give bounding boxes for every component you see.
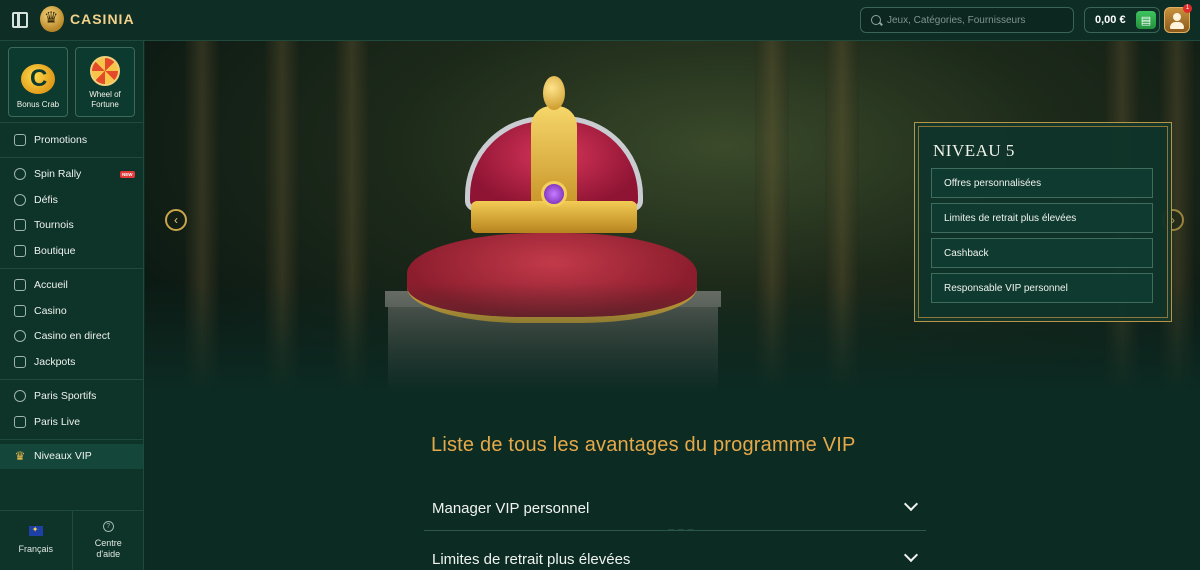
- crown-orb: [543, 76, 565, 110]
- sidebar-item-paris-sportifs[interactable]: Paris Sportifs: [0, 384, 143, 410]
- language-selector[interactable]: Français: [0, 511, 72, 570]
- sidebar-item-label: Boutique: [34, 244, 76, 257]
- sidebar-item-label: Jackpots: [34, 355, 76, 368]
- wheel-of-fortune-tile[interactable]: Wheel of Fortune: [75, 47, 135, 117]
- benefits-title: Liste de tous les avantages du programme…: [431, 434, 856, 456]
- sidebar-item-label: Tournois: [34, 219, 74, 232]
- help-center-link[interactable]: ? Centre d'aide: [71, 511, 145, 570]
- vip-crown-illustration: [465, 76, 643, 256]
- help-icon: ?: [102, 521, 114, 532]
- sidebar-item-promotions[interactable]: Promotions: [0, 127, 143, 153]
- nav-group-promotions: Promotions: [0, 123, 143, 158]
- sidebar-item-defis[interactable]: Défis: [0, 187, 143, 213]
- tile-label: Bonus Crab: [16, 100, 60, 109]
- ticket-icon: [14, 133, 26, 146]
- chip-icon: [14, 330, 26, 343]
- sidebar-item-casino-en-direct[interactable]: Casino en direct: [0, 324, 143, 350]
- crown-gem: [541, 181, 567, 207]
- seven-icon: [14, 355, 26, 368]
- vip-hero: ‹ › NIVEAU 5 Offres personnalisées Limit…: [145, 41, 1200, 393]
- perk-item: Cashback: [931, 238, 1153, 268]
- shop-icon: [14, 244, 26, 257]
- sidebar-item-spin-rally[interactable]: Spin Rally NEW: [0, 162, 143, 188]
- sidebar-item-label: Promotions: [34, 133, 88, 146]
- sidebar-item-tournois[interactable]: Tournois: [0, 213, 143, 239]
- benefit-accordion-item[interactable]: Limites de retrait plus élevées: [424, 538, 926, 570]
- crown-icon: ♛: [14, 449, 26, 464]
- chevron-down-icon: [903, 547, 919, 563]
- perk-item: Responsable VIP personnel: [931, 273, 1153, 303]
- home-icon: [14, 279, 26, 292]
- level-title: NIVEAU 5: [933, 141, 1015, 160]
- wallet[interactable]: 0,00 € ▤: [1084, 7, 1160, 33]
- sidebar-item-boutique[interactable]: Boutique: [0, 238, 143, 264]
- nav-group-vip: ♛ Niveaux VIP: [0, 440, 143, 474]
- sidebar-item-accueil[interactable]: Accueil: [0, 273, 143, 299]
- trophy-icon: [14, 219, 26, 232]
- new-badge: NEW: [120, 170, 135, 178]
- deposit-button[interactable]: ▤: [1136, 11, 1156, 29]
- eu-flag-icon: [28, 524, 43, 536]
- search-icon: [871, 15, 881, 25]
- sidebar-item-label: Paris Sportifs: [34, 390, 97, 403]
- search-box[interactable]: [860, 7, 1074, 33]
- divider-ornament: — — —: [668, 527, 695, 533]
- sidebar-item-niveaux-vip[interactable]: ♛ Niveaux VIP: [0, 443, 143, 469]
- perk-item: Offres personnalisées: [931, 168, 1153, 198]
- sidebar-item-label: Niveaux VIP: [34, 450, 92, 463]
- feature-tiles: Bonus Crab Wheel of Fortune: [0, 41, 143, 123]
- bonus-crab-icon: [21, 64, 55, 94]
- brand-name: CASINIA: [70, 11, 135, 27]
- sidebar-item-label: Casino: [34, 304, 67, 317]
- level-card: NIVEAU 5 Offres personnalisées Limites d…: [914, 122, 1172, 322]
- sidebar-item-label: Spin Rally: [34, 168, 82, 181]
- wheel-of-fortune-icon: [90, 56, 120, 86]
- sidebar-toggle-icon[interactable]: [12, 12, 28, 28]
- balance-amount: 0,00 €: [1095, 14, 1126, 26]
- benefit-accordion-item[interactable]: Manager VIP personnel — — —: [424, 487, 926, 533]
- nav-group-casino: Accueil Casino Casino en direct Jackpots: [0, 269, 143, 380]
- search-input[interactable]: [887, 14, 1067, 26]
- live-icon: [14, 415, 26, 428]
- sidebar: Bonus Crab Wheel of Fortune Promotions S…: [0, 41, 144, 570]
- rocket-icon: [14, 168, 26, 181]
- tile-label: Wheel of Fortune: [89, 90, 121, 109]
- chevron-left-icon: ‹: [174, 213, 178, 227]
- sidebar-item-label: Paris Live: [34, 415, 81, 428]
- slot-icon: [14, 304, 26, 317]
- wallet-icon: ▤: [1140, 14, 1152, 27]
- previous-level-button[interactable]: ‹: [165, 209, 187, 231]
- help-label: Centre d'aide: [94, 538, 122, 559]
- crown-logo-icon: [40, 6, 64, 32]
- nav-group-sports: Paris Sportifs Paris Live: [0, 380, 143, 440]
- ball-icon: [14, 390, 26, 403]
- notification-badge: 1: [1183, 4, 1192, 13]
- logo[interactable]: CASINIA: [40, 6, 135, 32]
- language-label: Français: [18, 544, 53, 554]
- sidebar-item-label: Casino en direct: [34, 330, 110, 343]
- top-header: CASINIA 0,00 € ▤ 1: [0, 0, 1200, 41]
- perk-item: Limites de retrait plus élevées: [931, 203, 1153, 233]
- accordion-label: Limites de retrait plus élevées: [432, 551, 631, 568]
- sidebar-item-jackpots[interactable]: Jackpots: [0, 349, 143, 375]
- sidebar-footer: Français ? Centre d'aide: [0, 510, 144, 570]
- bonus-crab-tile[interactable]: Bonus Crab: [8, 47, 68, 117]
- sidebar-item-label: Accueil: [34, 279, 68, 292]
- sidebar-item-label: Défis: [34, 193, 58, 206]
- target-icon: [14, 193, 26, 206]
- sidebar-item-casino[interactable]: Casino: [0, 298, 143, 324]
- sidebar-item-paris-live[interactable]: Paris Live: [0, 409, 143, 435]
- accordion-label: Manager VIP personnel: [432, 500, 590, 517]
- main-content: ‹ › NIVEAU 5 Offres personnalisées Limit…: [145, 41, 1200, 570]
- chevron-down-icon: [903, 496, 919, 512]
- nav-group-activities: Spin Rally NEW Défis Tournois Boutique: [0, 158, 143, 269]
